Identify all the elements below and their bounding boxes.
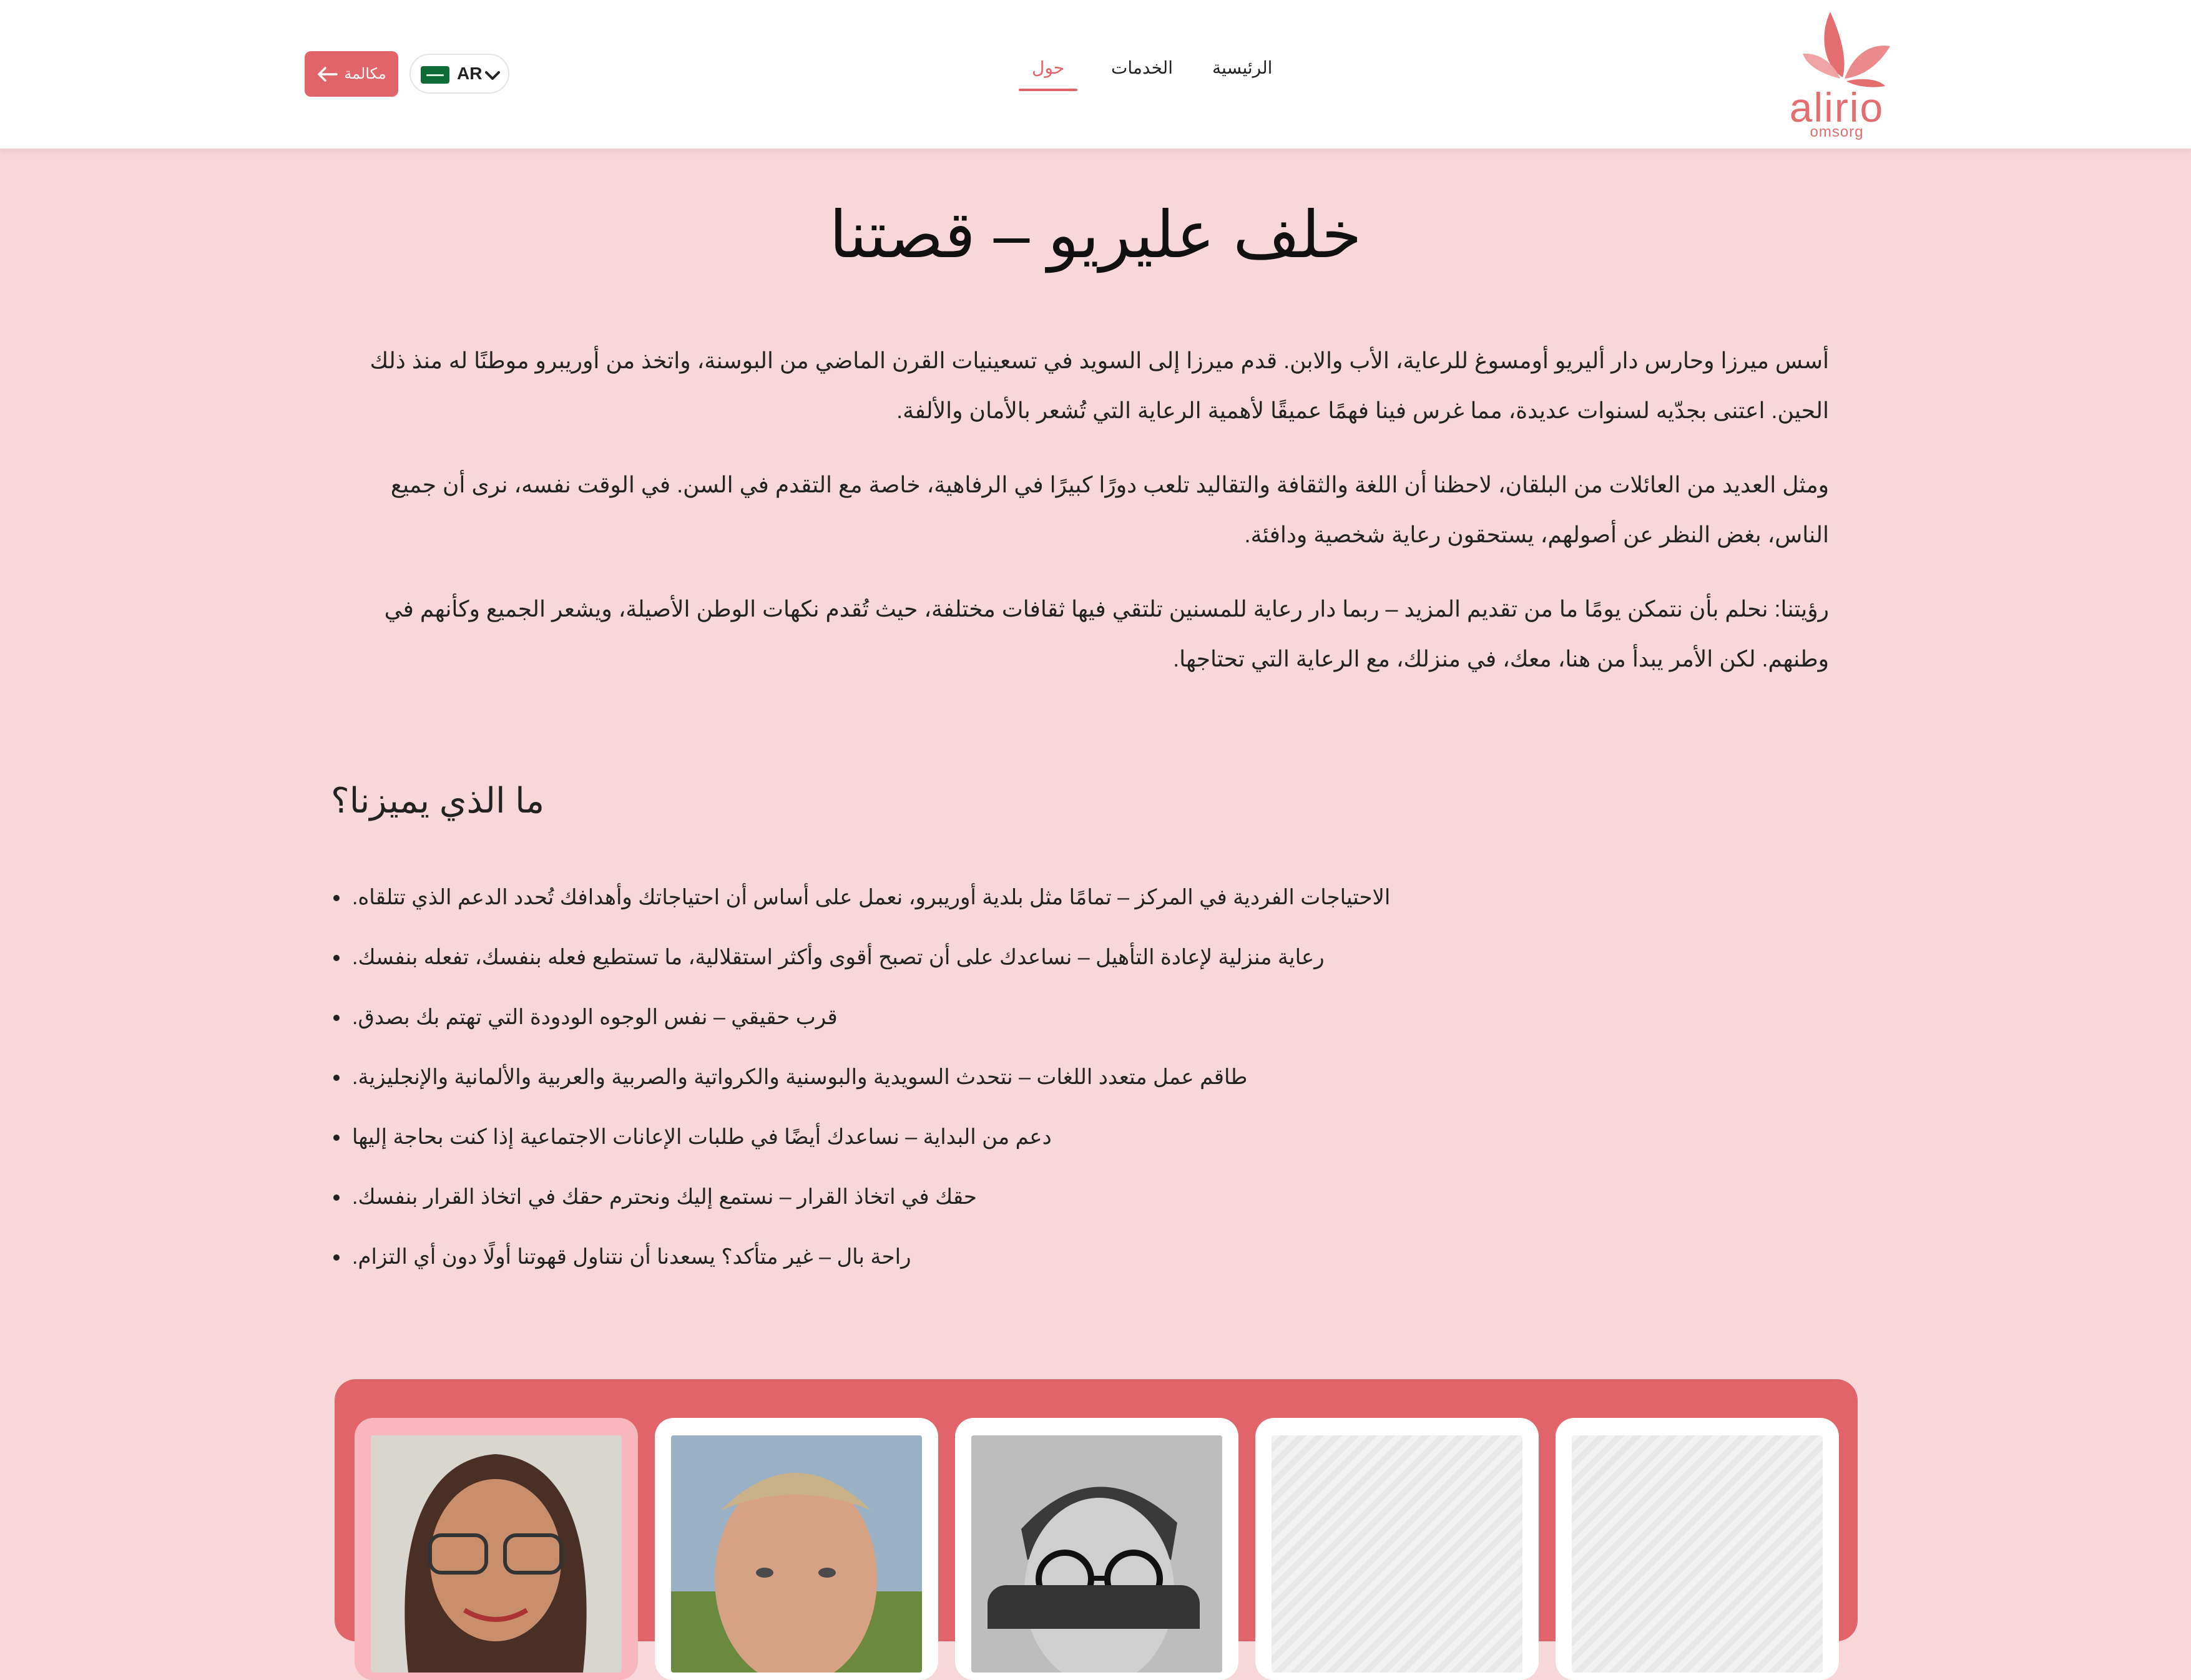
feature-item: رعاية منزلية لإعادة التأهيل – نساعدك على… — [331, 927, 1829, 987]
nav-services[interactable]: الخدمات — [1111, 57, 1173, 78]
call-button-label: مكالمة — [344, 66, 386, 82]
features-list: الاحتياجات الفردية في المركز – تمامًا مث… — [331, 867, 1829, 1287]
team-card[interactable] — [355, 1418, 638, 1680]
alirio-logo[interactable]: alirio omsorg — [1785, 9, 1891, 143]
language-code: AR — [457, 64, 483, 83]
arrow-left-icon — [318, 66, 338, 82]
team-card[interactable] — [955, 1418, 1238, 1680]
site-header: alirio omsorg الرئيسية الخدمات حول AR مك… — [0, 0, 2191, 149]
nav-home[interactable]: الرئيسية — [1212, 57, 1272, 78]
team-section — [335, 1379, 1858, 1680]
call-button[interactable]: مكالمة — [305, 51, 398, 97]
logo-subtitle: omsorg — [1810, 124, 1864, 140]
team-card[interactable] — [655, 1418, 938, 1680]
team-member-photo — [671, 1435, 922, 1673]
story-paragraph-2: ومثل العديد من العائلات من البلقان، لاحظ… — [390, 472, 1829, 547]
nav-about[interactable]: حول — [1032, 57, 1064, 78]
feature-item: قرب حقيقي – نفس الوجوه الودودة التي تهتم… — [331, 987, 1829, 1047]
saudi-flag-icon — [421, 66, 449, 84]
story-paragraph-1: أسس ميرزا وحارس دار أليريو أومسوغ للرعاي… — [370, 348, 1829, 423]
team-card[interactable] — [1255, 1418, 1539, 1680]
vision-paragraph: رؤيتنا: نحلم بأن نتمكن يومًا ما من تقديم… — [384, 596, 1829, 672]
language-selector[interactable]: AR — [409, 54, 509, 94]
feature-item: راحة بال – غير متأكد؟ يسعدنا أن نتناول ق… — [331, 1227, 1829, 1287]
feature-item: دعم من البداية – نساعدك أيضًا في طلبات ا… — [331, 1107, 1829, 1167]
photo-placeholder — [1272, 1435, 1522, 1673]
page-title: خلف عليريو – قصتنا — [829, 199, 1362, 271]
flower-logo-icon — [1803, 12, 1890, 87]
feature-item: طاقم عمل متعدد اللغات – نتحدث السويدية و… — [331, 1047, 1829, 1107]
feature-item: حقك في اتخاذ القرار – نستمع إليك ونحترم … — [331, 1167, 1829, 1227]
features-heading: ما الذي يميزنا؟ — [331, 781, 545, 820]
team-member-photo — [971, 1435, 1222, 1673]
team-card[interactable] — [1556, 1418, 1839, 1680]
nav-active-indicator — [1019, 89, 1077, 91]
media-controls-overlay — [988, 1585, 1200, 1629]
team-member-photo — [371, 1435, 622, 1673]
photo-placeholder — [1572, 1435, 1823, 1673]
feature-item: الاحتياجات الفردية في المركز – تمامًا مث… — [331, 867, 1829, 927]
chevron-down-icon — [485, 71, 500, 80]
